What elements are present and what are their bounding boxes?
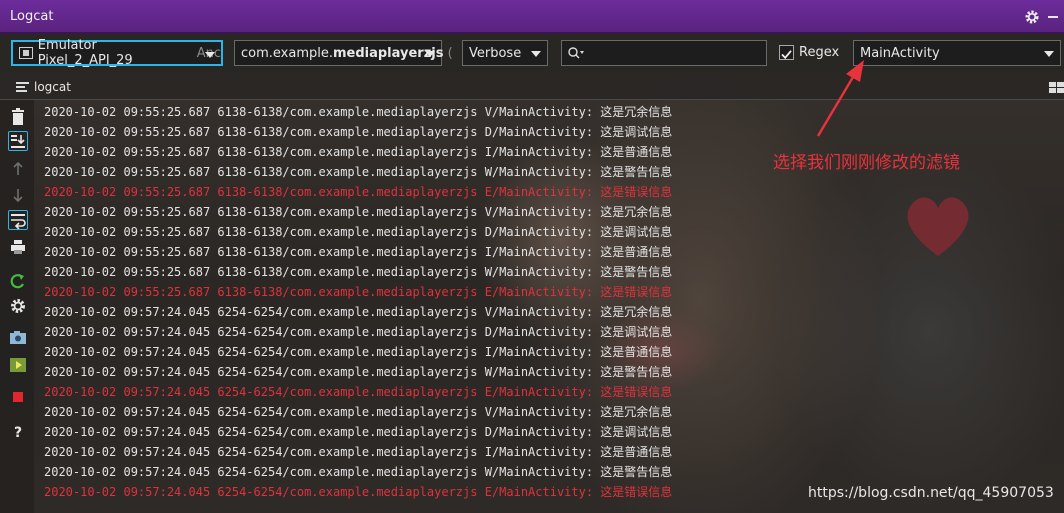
logcat-tab[interactable]: logcat	[34, 80, 71, 94]
process-dropdown[interactable]: com.example. mediaplayerzjs (	[234, 40, 453, 66]
gear-icon[interactable]	[1024, 9, 1040, 25]
stop-icon[interactable]	[9, 388, 27, 406]
log-line: 2020-10-02 09:57:24.045 6254-6254/com.ex…	[44, 325, 673, 339]
filter-config-value: MainActivity	[860, 45, 940, 61]
chevron-down-icon	[205, 52, 215, 58]
annotation-text: 选择我们刚刚修改的滤镜	[773, 153, 960, 173]
list-icon	[16, 82, 29, 92]
log-line: 2020-10-02 09:57:24.045 6254-6254/com.ex…	[44, 365, 673, 379]
filter-config-dropdown[interactable]: MainActivity	[853, 40, 1061, 66]
checkmark-icon	[781, 50, 792, 60]
log-line: 2020-10-02 09:57:24.045 6254-6254/com.ex…	[44, 465, 673, 479]
log-line: 2020-10-02 09:57:24.045 6254-6254/com.ex…	[44, 385, 673, 399]
title-bar: Logcat	[0, 0, 1064, 34]
window-title: Logcat	[10, 9, 54, 24]
log-line: 2020-10-02 09:57:24.045 6254-6254/com.ex…	[44, 425, 673, 439]
scroll-to-end-icon	[11, 135, 25, 148]
log-line: 2020-10-02 09:57:24.045 6254-6254/com.ex…	[44, 345, 673, 359]
layout-icon[interactable]	[1049, 82, 1064, 93]
chevron-down-icon	[531, 51, 541, 57]
log-line: 2020-10-02 09:55:25.687 6138-6138/com.ex…	[44, 225, 673, 239]
log-line: 2020-10-02 09:57:24.045 6254-6254/com.ex…	[44, 445, 673, 459]
package-suffix: (	[447, 45, 453, 61]
logcat-tab-bar: logcat	[0, 72, 1064, 100]
logcat-toolbar: Emulator Pixel_2_API_29 Anc com.example.…	[0, 34, 1064, 72]
log-line: 2020-10-02 09:55:25.687 6138-6138/com.ex…	[44, 125, 673, 139]
svg-text:?: ?	[14, 425, 22, 440]
device-name: Emulator Pixel_2_API_29	[37, 38, 133, 68]
log-line: 2020-10-02 09:55:25.687 6138-6138/com.ex…	[44, 245, 673, 259]
search-input[interactable]	[561, 40, 767, 66]
log-line: 2020-10-02 09:57:24.045 6254-6254/com.ex…	[44, 305, 673, 319]
log-level-dropdown[interactable]: Verbose	[462, 40, 548, 66]
package-prefix: com.example.	[241, 45, 333, 61]
log-line: 2020-10-02 09:55:25.687 6138-6138/com.ex…	[44, 265, 673, 279]
log-line: 2020-10-02 09:55:25.687 6138-6138/com.ex…	[44, 205, 673, 219]
chevron-down-icon	[425, 51, 435, 57]
screen-record-icon[interactable]	[9, 356, 27, 374]
device-icon	[19, 47, 33, 59]
annotation-arrow	[816, 60, 864, 137]
restart-icon[interactable]	[9, 272, 27, 290]
log-line: 2020-10-02 09:55:25.687 6138-6138/com.ex…	[44, 105, 673, 119]
chevron-down-icon	[1044, 51, 1054, 57]
down-arrow-icon[interactable]	[9, 186, 27, 204]
up-arrow-icon[interactable]	[9, 160, 27, 178]
help-icon[interactable]: ?	[9, 422, 27, 440]
scroll-to-end-button[interactable]	[8, 131, 28, 151]
watermark: https://blog.csdn.net/qq_45907053	[808, 485, 1054, 501]
log-level-value: Verbose	[469, 45, 522, 61]
regex-checkbox[interactable]	[779, 45, 794, 60]
device-dropdown[interactable]: Emulator Pixel_2_API_29 Anc	[11, 38, 223, 68]
settings-icon[interactable]	[9, 297, 27, 315]
log-line: 2020-10-02 09:55:25.687 6138-6138/com.ex…	[44, 285, 673, 299]
print-icon[interactable]	[9, 238, 27, 256]
search-icon	[568, 47, 584, 59]
log-line: 2020-10-02 09:57:24.045 6254-6254/com.ex…	[44, 405, 673, 419]
soft-wrap-button[interactable]	[8, 210, 28, 230]
log-line: 2020-10-02 09:55:25.687 6138-6138/com.ex…	[44, 185, 673, 199]
screenshot-icon[interactable]	[9, 328, 27, 346]
logcat-side-toolbar: ?	[0, 100, 34, 513]
trash-icon[interactable]	[9, 108, 27, 126]
minimize-icon[interactable]	[1048, 16, 1058, 18]
soft-wrap-icon	[11, 214, 26, 230]
